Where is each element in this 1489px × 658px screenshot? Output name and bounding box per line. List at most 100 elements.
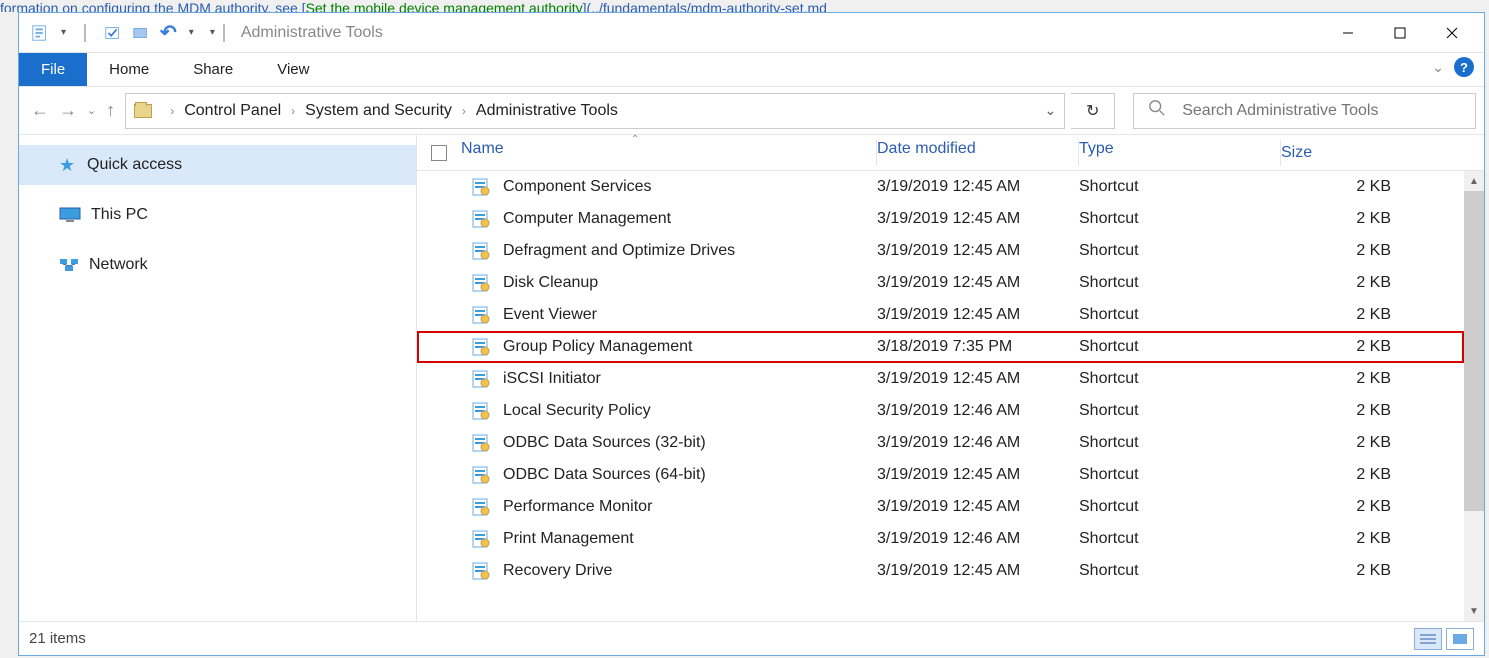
file-type: Shortcut bbox=[1079, 434, 1281, 452]
file-size: 2 KB bbox=[1281, 338, 1401, 356]
file-row[interactable]: Local Security Policy3/19/2019 12:46 AMS… bbox=[417, 395, 1464, 427]
shortcut-icon bbox=[471, 561, 491, 581]
file-name: Computer Management bbox=[503, 210, 671, 228]
file-row[interactable]: Component Services3/19/2019 12:45 AMShor… bbox=[417, 171, 1464, 203]
breadcrumb-item[interactable]: System and Security bbox=[305, 102, 452, 120]
folder-icon[interactable] bbox=[132, 24, 150, 42]
sidebar-item-label: Network bbox=[89, 256, 148, 274]
shortcut-icon bbox=[471, 529, 491, 549]
qat-customize-icon[interactable]: ▾ bbox=[210, 27, 215, 38]
tab-view[interactable]: View bbox=[255, 53, 331, 86]
tab-home[interactable]: Home bbox=[87, 53, 171, 86]
close-button[interactable] bbox=[1426, 14, 1478, 52]
help-icon[interactable]: ? bbox=[1454, 57, 1474, 77]
explorer-window: ▾ ↶ ▾ ▾ Administrative Tools File Home S… bbox=[18, 12, 1485, 656]
scroll-down-icon[interactable]: ▼ bbox=[1464, 601, 1484, 621]
file-row[interactable]: Computer Management3/19/2019 12:45 AMSho… bbox=[417, 203, 1464, 235]
shortcut-icon bbox=[471, 401, 491, 421]
sidebar-item-this-pc[interactable]: This PC bbox=[19, 195, 416, 235]
file-type: Shortcut bbox=[1079, 242, 1281, 260]
thumbnails-view-button[interactable] bbox=[1446, 628, 1474, 650]
file-name: Performance Monitor bbox=[503, 498, 652, 516]
file-name: Defragment and Optimize Drives bbox=[503, 242, 735, 260]
window-title: Administrative Tools bbox=[241, 24, 383, 42]
file-row[interactable]: Performance Monitor3/19/2019 12:45 AMSho… bbox=[417, 491, 1464, 523]
shortcut-icon bbox=[471, 241, 491, 261]
qat-caret-icon[interactable]: ▾ bbox=[61, 27, 66, 38]
file-row[interactable]: ODBC Data Sources (64-bit)3/19/2019 12:4… bbox=[417, 459, 1464, 491]
up-button[interactable]: ↑ bbox=[106, 100, 115, 121]
status-bar: 21 items bbox=[19, 621, 1484, 655]
sidebar-item-quick-access[interactable]: ★ Quick access bbox=[19, 145, 416, 185]
checkbox-icon[interactable] bbox=[104, 24, 122, 42]
file-size: 2 KB bbox=[1281, 274, 1401, 292]
scroll-up-icon[interactable]: ▲ bbox=[1464, 171, 1484, 191]
file-type: Shortcut bbox=[1079, 562, 1281, 580]
file-type: Shortcut bbox=[1079, 370, 1281, 388]
maximize-button[interactable] bbox=[1374, 14, 1426, 52]
file-name: ODBC Data Sources (64-bit) bbox=[503, 466, 706, 484]
ribbon-tabs: File Home Share View ⌄ ? bbox=[19, 53, 1484, 87]
breadcrumb-item[interactable]: Administrative Tools bbox=[476, 102, 618, 120]
titlebar: ▾ ↶ ▾ ▾ Administrative Tools bbox=[19, 13, 1484, 53]
file-size: 2 KB bbox=[1281, 402, 1401, 420]
ribbon-expand-icon[interactable]: ⌄ bbox=[1432, 59, 1444, 76]
file-size: 2 KB bbox=[1281, 562, 1401, 580]
title-divider bbox=[223, 24, 225, 42]
file-size: 2 KB bbox=[1281, 434, 1401, 452]
column-name[interactable]: Name ⌃ bbox=[461, 140, 877, 166]
file-size: 2 KB bbox=[1281, 370, 1401, 388]
file-date: 3/19/2019 12:45 AM bbox=[877, 210, 1079, 228]
file-row[interactable]: Event Viewer3/19/2019 12:45 AMShortcut2 … bbox=[417, 299, 1464, 331]
undo-icon[interactable]: ↶ bbox=[160, 23, 177, 43]
breadcrumb[interactable]: › Control Panel › System and Security › … bbox=[125, 93, 1065, 129]
minimize-button[interactable] bbox=[1322, 14, 1374, 52]
file-name: Recovery Drive bbox=[503, 562, 612, 580]
file-row[interactable]: Disk Cleanup3/19/2019 12:45 AMShortcut2 … bbox=[417, 267, 1464, 299]
columns-header: Name ⌃ Date modified Type Size bbox=[417, 135, 1484, 171]
file-row[interactable]: Defragment and Optimize Drives3/19/2019 … bbox=[417, 235, 1464, 267]
tab-share[interactable]: Share bbox=[171, 53, 255, 86]
chevron-right-icon[interactable]: › bbox=[281, 104, 305, 118]
back-button[interactable]: ← bbox=[31, 100, 49, 121]
file-size: 2 KB bbox=[1281, 498, 1401, 516]
scrollbar[interactable]: ▲ ▼ bbox=[1464, 171, 1484, 621]
file-row[interactable]: Recovery Drive3/19/2019 12:45 AMShortcut… bbox=[417, 555, 1464, 587]
file-name: Event Viewer bbox=[503, 306, 597, 324]
column-date[interactable]: Date modified bbox=[877, 140, 1079, 166]
breadcrumb-drop-icon[interactable]: ⌄ bbox=[1044, 102, 1056, 119]
file-name: Local Security Policy bbox=[503, 402, 651, 420]
file-type: Shortcut bbox=[1079, 466, 1281, 484]
sidebar-item-network[interactable]: Network bbox=[19, 245, 416, 285]
details-view-button[interactable] bbox=[1414, 628, 1442, 650]
tab-file[interactable]: File bbox=[19, 53, 87, 86]
chevron-right-icon[interactable]: › bbox=[160, 104, 184, 118]
chevron-right-icon[interactable]: › bbox=[452, 104, 476, 118]
file-row[interactable]: iSCSI Initiator3/19/2019 12:45 AMShortcu… bbox=[417, 363, 1464, 395]
file-row[interactable]: Group Policy Management3/18/2019 7:35 PM… bbox=[417, 331, 1464, 363]
scroll-thumb[interactable] bbox=[1464, 191, 1484, 511]
properties-icon[interactable] bbox=[31, 24, 49, 42]
column-size[interactable]: Size bbox=[1281, 144, 1401, 162]
file-date: 3/19/2019 12:45 AM bbox=[877, 370, 1079, 388]
star-icon: ★ bbox=[59, 156, 77, 174]
navigation-bar: ← → ⌄ ↑ › Control Panel › System and Sec… bbox=[19, 87, 1484, 135]
column-type[interactable]: Type bbox=[1079, 140, 1281, 166]
file-row[interactable]: ODBC Data Sources (32-bit)3/19/2019 12:4… bbox=[417, 427, 1464, 459]
undo-caret-icon[interactable]: ▾ bbox=[189, 27, 194, 38]
navigation-pane: ★ Quick access This PC Network bbox=[19, 135, 417, 621]
search-box[interactable] bbox=[1133, 93, 1476, 129]
file-row[interactable]: Print Management3/19/2019 12:46 AMShortc… bbox=[417, 523, 1464, 555]
file-date: 3/18/2019 7:35 PM bbox=[877, 338, 1079, 356]
search-input[interactable] bbox=[1180, 101, 1461, 121]
shortcut-icon bbox=[471, 497, 491, 517]
shortcut-icon bbox=[471, 433, 491, 453]
refresh-button[interactable]: ↻ bbox=[1071, 93, 1115, 129]
sidebar-item-label: This PC bbox=[91, 206, 148, 224]
recent-locations-icon[interactable]: ⌄ bbox=[87, 104, 96, 117]
forward-button[interactable]: → bbox=[59, 100, 77, 121]
select-all-checkbox[interactable] bbox=[431, 145, 447, 161]
file-type: Shortcut bbox=[1079, 178, 1281, 196]
breadcrumb-item[interactable]: Control Panel bbox=[184, 102, 281, 120]
file-size: 2 KB bbox=[1281, 210, 1401, 228]
